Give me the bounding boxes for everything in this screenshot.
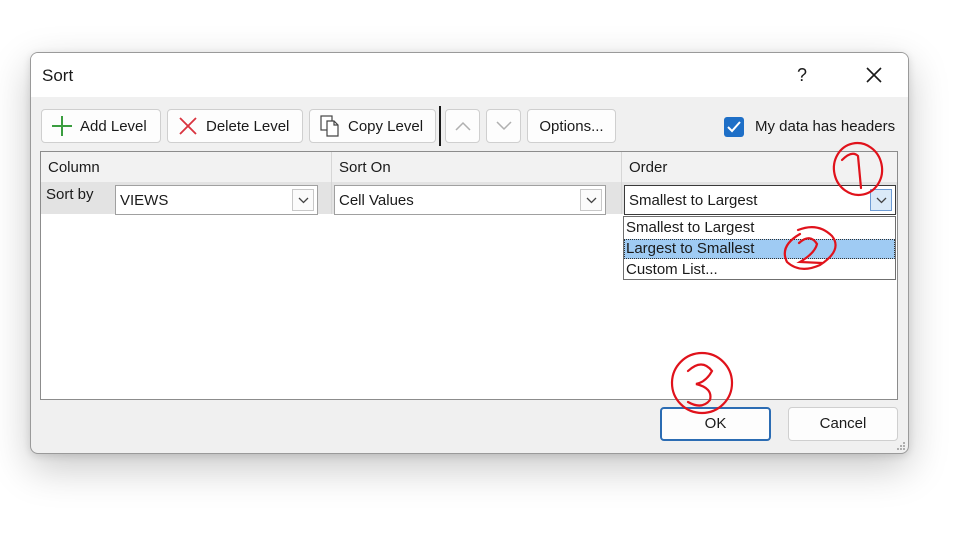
move-up-icon bbox=[454, 121, 471, 131]
sort-on-select-dropdown-button[interactable] bbox=[580, 189, 602, 211]
dialog-title: Sort bbox=[42, 66, 74, 85]
options-button[interactable]: Options... bbox=[527, 109, 616, 143]
order-select[interactable]: Smallest to Largest bbox=[624, 185, 896, 215]
column-header-column: Column bbox=[41, 152, 331, 182]
add-icon bbox=[50, 114, 74, 138]
order-dropdown-list: Smallest to Largest Largest to Smallest … bbox=[623, 216, 896, 280]
options-label: Options... bbox=[539, 117, 604, 135]
move-down-button[interactable] bbox=[486, 109, 521, 143]
order-option-largest-to-smallest[interactable]: Largest to Smallest bbox=[624, 239, 895, 259]
chevron-down-icon bbox=[586, 197, 597, 204]
order-option-custom-list[interactable]: Custom List... bbox=[624, 260, 895, 280]
copy-level-label: Copy Level bbox=[348, 117, 424, 135]
headers-checkbox[interactable] bbox=[724, 117, 744, 137]
headers-checkbox-label[interactable]: My data has headers bbox=[755, 118, 895, 135]
column-select-value: VIEWS bbox=[120, 192, 169, 209]
chevron-down-icon bbox=[298, 197, 309, 204]
column-header-order: Order bbox=[622, 152, 897, 182]
resize-grip-icon[interactable] bbox=[896, 441, 906, 451]
close-icon bbox=[866, 67, 882, 83]
cancel-button[interactable]: Cancel bbox=[788, 407, 898, 441]
add-level-button[interactable]: Add Level bbox=[41, 109, 161, 143]
column-select[interactable]: VIEWS bbox=[115, 185, 318, 215]
order-option-smallest-to-largest[interactable]: Smallest to Largest bbox=[624, 218, 895, 238]
move-down-icon bbox=[495, 121, 512, 131]
copy-icon bbox=[318, 114, 342, 138]
checkmark-icon bbox=[727, 121, 741, 133]
delete-level-button[interactable]: Delete Level bbox=[167, 109, 303, 143]
title-bar: Sort ? bbox=[31, 53, 908, 97]
chevron-down-icon bbox=[876, 197, 887, 204]
sort-by-label: Sort by bbox=[46, 186, 94, 203]
column-select-dropdown-button[interactable] bbox=[292, 189, 314, 211]
sort-dialog: Sort ? Add Level Delete Level Copy Level bbox=[30, 52, 909, 454]
help-button[interactable]: ? bbox=[786, 59, 818, 91]
move-up-button[interactable] bbox=[445, 109, 480, 143]
sort-on-select-value: Cell Values bbox=[339, 192, 414, 209]
copy-level-button[interactable]: Copy Level bbox=[309, 109, 436, 143]
close-button[interactable] bbox=[857, 59, 891, 91]
sort-levels-grid: Column Sort On Order Sort by VIEWS Cell … bbox=[40, 151, 898, 400]
sort-on-select[interactable]: Cell Values bbox=[334, 185, 606, 215]
grid-column-divider bbox=[621, 152, 622, 214]
delete-icon bbox=[176, 114, 200, 138]
add-level-label: Add Level bbox=[80, 117, 147, 135]
order-select-dropdown-button[interactable] bbox=[870, 189, 892, 211]
grid-column-divider bbox=[331, 152, 332, 214]
ok-button[interactable]: OK bbox=[660, 407, 771, 441]
order-select-value: Smallest to Largest bbox=[629, 192, 758, 209]
column-header-sort-on: Sort On bbox=[332, 152, 621, 182]
delete-level-label: Delete Level bbox=[206, 117, 290, 135]
toolbar-divider bbox=[439, 106, 441, 146]
